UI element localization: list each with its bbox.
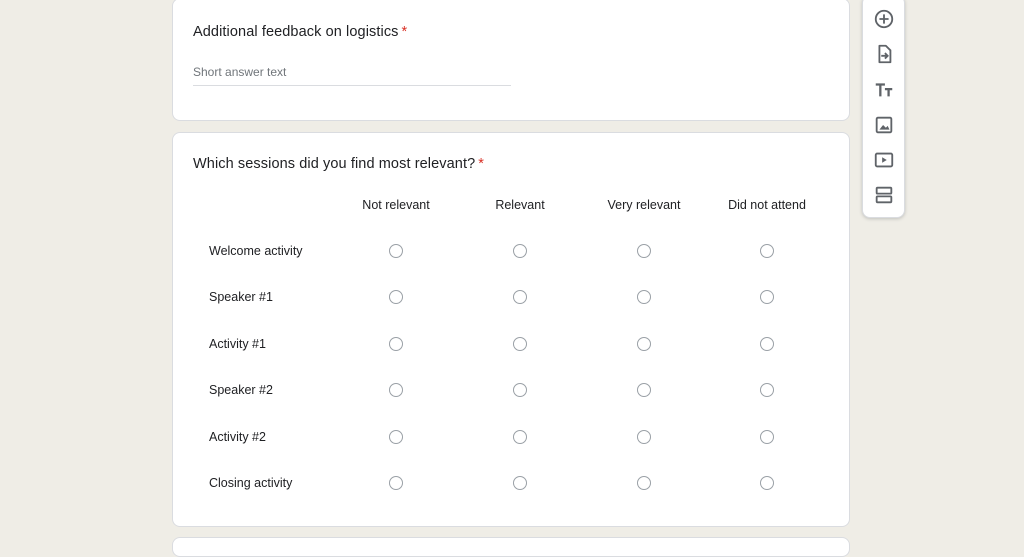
grid-column-header: Not relevant xyxy=(362,198,430,212)
import-questions-icon[interactable] xyxy=(873,43,895,65)
add-question-icon[interactable] xyxy=(873,8,895,30)
add-title-icon[interactable] xyxy=(873,79,895,101)
multiple-choice-grid: Not relevant Relevant Very relevant Did not… xyxy=(173,133,849,526)
grid-radio-button[interactable] xyxy=(389,337,403,351)
grid-column-header: Very relevant xyxy=(607,198,681,212)
grid-radio-button[interactable] xyxy=(760,244,774,258)
grid-row-label: Activity #1 xyxy=(209,337,266,351)
grid-radio-button[interactable] xyxy=(389,244,403,258)
question-card-logistics[interactable]: Additional feedback on logistics * Short … xyxy=(172,0,850,121)
add-image-icon[interactable] xyxy=(873,114,895,136)
grid-row-label: Speaker #2 xyxy=(209,383,273,397)
grid-radio-button[interactable] xyxy=(389,430,403,444)
grid-radio-button[interactable] xyxy=(389,290,403,304)
grid-radio-button[interactable] xyxy=(513,244,527,258)
grid-row-label: Activity #2 xyxy=(209,430,266,444)
grid-radio-button[interactable] xyxy=(513,290,527,304)
grid-radio-button[interactable] xyxy=(389,383,403,397)
question-title-text: Additional feedback on logistics xyxy=(193,24,399,40)
grid-radio-button[interactable] xyxy=(637,383,651,397)
question-card-sessions-grid[interactable]: Which sessions did you find most relevan… xyxy=(172,132,850,527)
grid-radio-button[interactable] xyxy=(637,476,651,490)
question-title: Additional feedback on logistics * xyxy=(193,24,407,40)
grid-column-header: Relevant xyxy=(495,198,545,212)
grid-radio-button[interactable] xyxy=(637,244,651,258)
next-question-card[interactable] xyxy=(172,537,850,557)
floating-toolbar xyxy=(862,0,905,218)
grid-radio-button[interactable] xyxy=(760,290,774,304)
grid-radio-button[interactable] xyxy=(760,337,774,351)
grid-radio-button[interactable] xyxy=(513,337,527,351)
grid-radio-button[interactable] xyxy=(637,290,651,304)
grid-row-label: Speaker #1 xyxy=(209,290,273,304)
grid-radio-button[interactable] xyxy=(760,476,774,490)
grid-radio-button[interactable] xyxy=(637,430,651,444)
grid-radio-button[interactable] xyxy=(513,430,527,444)
grid-row-label: Welcome activity xyxy=(209,244,303,258)
grid-radio-button[interactable] xyxy=(760,383,774,397)
grid-radio-button[interactable] xyxy=(513,476,527,490)
grid-row-label: Closing activity xyxy=(209,476,293,490)
grid-radio-button[interactable] xyxy=(513,383,527,397)
grid-radio-button[interactable] xyxy=(760,430,774,444)
grid-radio-button[interactable] xyxy=(389,476,403,490)
short-answer-field[interactable]: Short answer text xyxy=(193,65,511,86)
add-section-icon[interactable] xyxy=(873,184,895,206)
grid-column-header: Did not attend xyxy=(728,198,806,212)
required-asterisk: * xyxy=(401,24,408,40)
grid-radio-button[interactable] xyxy=(637,337,651,351)
add-video-icon[interactable] xyxy=(873,149,895,171)
